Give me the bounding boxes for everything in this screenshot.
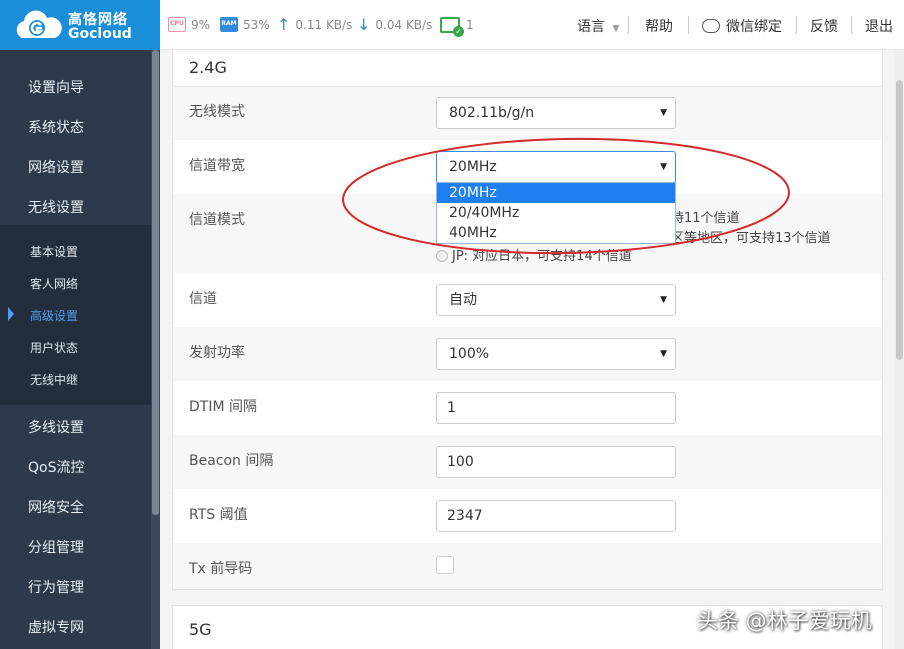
feedback-link[interactable]: 反馈 [810,16,838,36]
language-menu[interactable]: 语言 ▼ [577,16,619,36]
cpu-value: 9% [191,17,211,32]
channel-mode-label: 信道模式 [189,212,245,228]
sidebar-item-network-settings[interactable]: 网络设置 [28,157,84,177]
channel-mode-option-2-text[interactable]: 区等地区，可支持13个信道 [671,227,831,246]
bandwidth-label: 信道带宽 [189,158,245,174]
brand-name-en: Gocloud [68,26,132,42]
sidebar-item-security[interactable]: 网络安全 [28,497,84,517]
wireless-mode-select[interactable]: 802.11b/g/n ▼ [436,97,676,129]
top-bar: 高恪网络 Gocloud CPU 9% RAM 53% ↑ 0.11 KB/s … [0,0,904,50]
cpu-status: CPU 9% [168,17,210,32]
dtim-input[interactable]: 1 [436,392,676,424]
wireless-mode-label: 无线模式 [189,104,245,120]
channel-mode-option-1-text[interactable]: 持11个信道 [671,207,740,226]
devices-count: 1 [466,18,474,32]
sidebar-item-multiwan[interactable]: 多线设置 [28,417,84,437]
chevron-down-icon: ▼ [612,24,620,34]
section-title-24g: 2.4G [189,58,227,77]
bandwidth-option[interactable]: 40MHz [437,223,675,243]
tx-power-value: 100% [449,346,490,362]
download-arrow-icon: ↓ [357,15,371,34]
upload-arrow-icon: ↑ [277,15,291,34]
caret-down-icon: ▼ [660,162,667,172]
preamble-checkbox[interactable] [436,556,454,574]
tx-power-label: 发射功率 [189,345,245,361]
sidebar-item-system-status[interactable]: 系统状态 [28,117,84,137]
ram-status: RAM 53% [220,17,270,32]
divider [628,16,629,34]
row-preamble [173,543,882,589]
channel-select[interactable]: 自动 ▼ [436,284,676,316]
sidebar-subitem-guest[interactable]: 客人网络 [30,275,78,292]
wechat-icon [702,19,720,33]
cloud-logo-icon [16,10,62,38]
sidebar-subitem-user-status[interactable]: 用户状态 [30,339,78,356]
logo: 高恪网络 Gocloud [0,0,160,50]
wechat-bind-label: 微信绑定 [726,19,782,35]
download-status: ↓ 0.04 KB/s [357,17,432,33]
sidebar-subitem-basic[interactable]: 基本设置 [30,243,78,260]
sidebar-item-wireless-settings[interactable]: 无线设置 [28,197,84,217]
divider [688,16,689,34]
divider [796,16,797,34]
monitor-icon [440,17,464,37]
caret-down-icon: ▼ [660,108,667,118]
channel-label: 信道 [189,291,217,307]
dtim-label: DTIM 间隔 [189,399,257,415]
rts-input[interactable]: 2347 [436,500,676,532]
preamble-label: Tx 前导码 [189,561,253,577]
radio-button[interactable] [436,250,448,262]
tx-power-select[interactable]: 100% ▼ [436,338,676,370]
bandwidth-dropdown-list: 20MHz 20/40MHz 40MHz [436,182,676,244]
caret-down-icon: ▼ [660,295,667,305]
bandwidth-value: 20MHz [449,159,497,175]
rts-label: RTS 阈值 [189,507,248,523]
beacon-input[interactable]: 100 [436,446,676,478]
help-link[interactable]: 帮助 [645,16,673,36]
main-scroll-thumb[interactable] [896,80,903,360]
sidebar-item-behavior[interactable]: 行为管理 [28,577,84,597]
section-title-5g: 5G [189,620,212,639]
sidebar-item-groups[interactable]: 分组管理 [28,537,84,557]
divider [851,16,852,34]
sidebar-item-qos[interactable]: QoS流控 [28,457,84,477]
ram-icon: RAM [220,17,238,32]
sidebar-scroll-thumb[interactable] [152,50,159,515]
bandwidth-select[interactable]: 20MHz ▼ [436,151,676,183]
caret-down-icon: ▼ [660,349,667,359]
upload-value: 0.11 KB/s [295,18,353,32]
cpu-icon: CPU [168,17,186,32]
sidebar-subitem-advanced[interactable]: 高级设置 [30,307,78,324]
download-value: 0.04 KB/s [375,18,433,32]
sidebar: 设置向导 系统状态 网络设置 无线设置 基本设置 客人网络 高级设置 用户状态 … [0,50,160,649]
channel-mode-option-jp-text: JP: 对应日本，可支持14个信道 [452,249,632,264]
active-indicator-icon [8,307,14,321]
devices-status[interactable]: 1 [440,17,474,37]
wechat-bind-link[interactable]: 微信绑定 [702,16,782,36]
beacon-label: Beacon 间隔 [189,453,274,469]
wireless-mode-value: 802.11b/g/n [449,105,535,121]
sidebar-subitem-repeater[interactable]: 无线中继 [30,371,78,388]
bandwidth-option[interactable]: 20MHz [437,183,675,203]
logout-link[interactable]: 退出 [865,16,893,36]
upload-status: ↑ 0.11 KB/s [277,17,352,33]
language-label: 语言 [577,19,605,35]
sidebar-item-setup-wizard[interactable]: 设置向导 [28,77,84,97]
watermark: 头条 @林子爱玩机 [697,609,872,633]
channel-value: 自动 [449,292,477,308]
sidebar-item-vpn[interactable]: 虚拟专网 [28,617,84,637]
bandwidth-option[interactable]: 20/40MHz [437,203,675,223]
ram-value: 53% [243,17,270,32]
channel-mode-option-jp[interactable]: JP: 对应日本，可支持14个信道 [436,245,632,264]
